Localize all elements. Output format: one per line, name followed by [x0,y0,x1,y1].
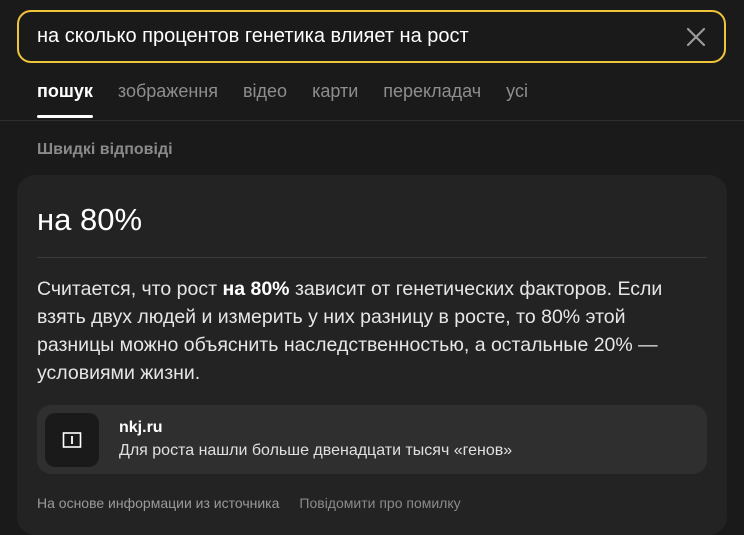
section-title: Швидкі відповіді [37,141,173,158]
header-divider [0,120,744,121]
clear-search-button[interactable] [672,13,720,61]
source-text: nkj.ru Для роста нашли больше двенадцати… [119,419,512,460]
report-error-link[interactable]: Повідомити про помилку [299,495,460,511]
card-divider [37,257,707,258]
answer-text-start: Считается, что рост [37,278,223,300]
tab-all[interactable]: усі [506,80,528,118]
source-card[interactable]: nkj.ru Для роста нашли больше двенадцати… [37,405,707,474]
answer-footer: На основе информации из источника Повідо… [37,495,481,511]
quick-answer-card: на 80% Считается, что рост на 80% зависи… [17,175,727,535]
tab-translator[interactable]: перекладач [383,80,481,118]
tab-search[interactable]: пошук [37,80,93,118]
source-title: Для роста нашли больше двенадцати тысяч … [119,442,513,459]
answer-text-bold: на 80% [222,278,290,300]
close-icon [686,27,706,46]
tab-images[interactable]: зображення [118,80,218,118]
tab-video[interactable]: відео [243,80,287,118]
site-logo-icon [45,412,99,467]
source-domain: nkj.ru [119,419,163,436]
search-input[interactable] [19,12,672,61]
answer-text: Считается, что рост на 80% зависит от ге… [37,275,697,387]
answer-value: на 80% [37,202,143,237]
search-tabs: пошук зображення відео карти перекладач … [37,80,553,118]
source-note: На основе информации из источника [37,495,280,511]
search-box[interactable] [17,10,726,63]
tab-maps[interactable]: карти [312,80,358,118]
